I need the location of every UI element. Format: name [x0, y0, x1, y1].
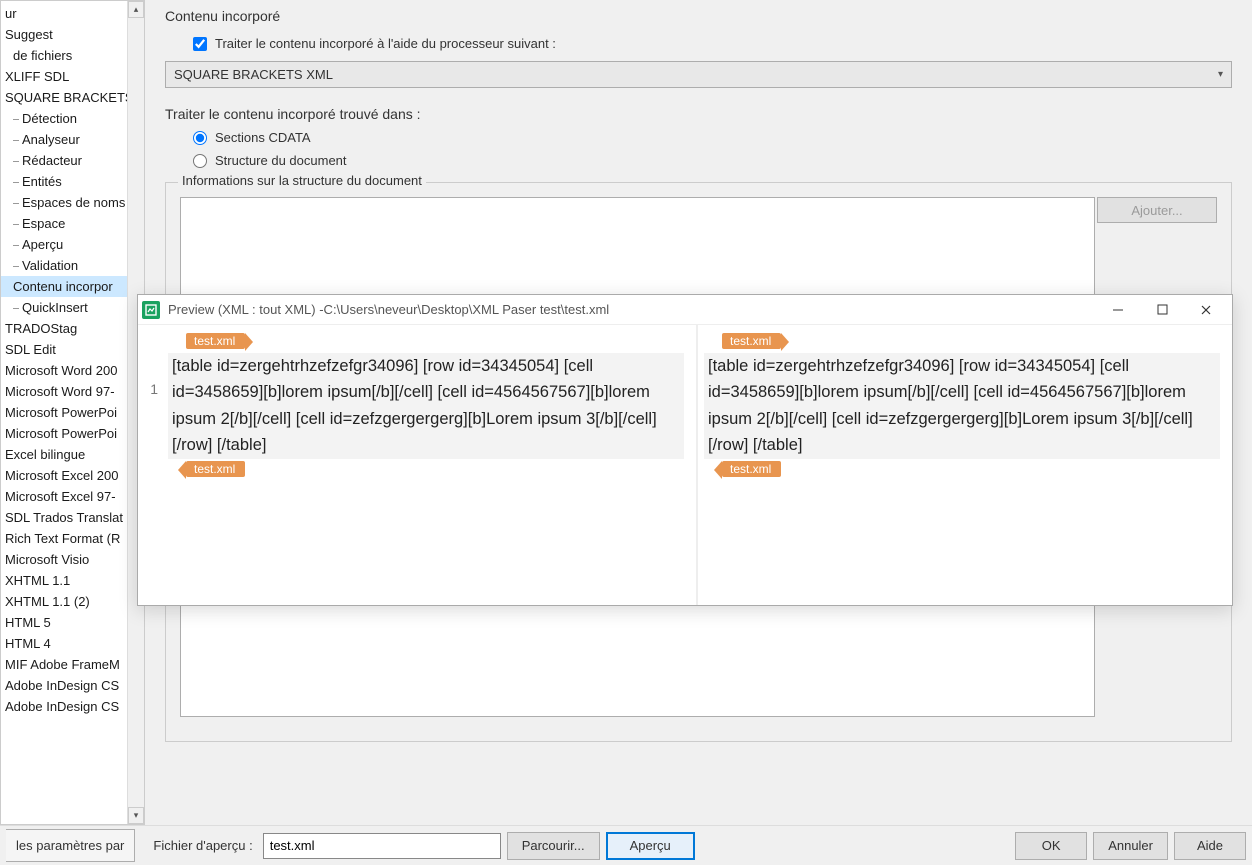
tree-item[interactable]: Suggest	[1, 24, 144, 45]
tag-close-right: test.xml	[722, 461, 781, 477]
preview-pane-left: test.xml [table id=zergehtrhzefzefgr3409…	[162, 325, 698, 605]
preview-pane-right: test.xml [table id=zergehtrhzefzefgr3409…	[698, 325, 1232, 605]
tree-item[interactable]: XHTML 1.1 (2)	[1, 591, 144, 612]
cancel-button[interactable]: Annuler	[1093, 832, 1168, 860]
tree-item[interactable]: Entités	[1, 171, 144, 192]
tree-item[interactable]: Microsoft Excel 97-	[1, 486, 144, 507]
radio-structure-label: Structure du document	[215, 153, 347, 168]
radio-cdata[interactable]	[193, 131, 207, 145]
tree-item[interactable]: Aperçu	[1, 234, 144, 255]
tree-item[interactable]: ur	[1, 3, 144, 24]
tree-item[interactable]: XHTML 1.1	[1, 570, 144, 591]
processor-dropdown-value: SQUARE BRACKETS XML	[174, 67, 333, 82]
preview-file-label: Fichier d'aperçu :	[153, 838, 252, 853]
tree-item[interactable]: Microsoft PowerPoi	[1, 402, 144, 423]
fieldset-legend: Informations sur la structure du documen…	[178, 173, 426, 188]
process-embedded-checkbox[interactable]	[193, 37, 207, 51]
ok-button[interactable]: OK	[1015, 832, 1087, 860]
preview-title: Preview (XML : tout XML) -C:\Users\neveu…	[168, 302, 1096, 317]
tree-item[interactable]: Contenu incorpor	[1, 276, 144, 297]
tree-item[interactable]: Excel bilingue	[1, 444, 144, 465]
tag-open-left: test.xml	[186, 333, 245, 349]
tag-close-left: test.xml	[186, 461, 245, 477]
processor-dropdown[interactable]: SQUARE BRACKETS XML ▾	[165, 61, 1232, 88]
maximize-button[interactable]	[1140, 296, 1184, 324]
tree-item[interactable]: Microsoft Visio	[1, 549, 144, 570]
sidebar-tree: urSuggestde fichiersXLIFF SDLSQUARE BRAC…	[0, 0, 145, 825]
preview-text-left: [table id=zergehtrhzefzefgr34096] [row i…	[168, 353, 684, 459]
scroll-down-icon[interactable]: ▾	[128, 807, 144, 824]
radio-structure[interactable]	[193, 154, 207, 168]
tag-open-right: test.xml	[722, 333, 781, 349]
preview-window: Preview (XML : tout XML) -C:\Users\neveu…	[137, 294, 1233, 606]
scroll-up-icon[interactable]: ▴	[128, 1, 144, 18]
radio-cdata-label: Sections CDATA	[215, 130, 311, 145]
chevron-down-icon: ▾	[1218, 69, 1223, 80]
section-heading: Contenu incorporé	[165, 8, 1232, 24]
tree-item[interactable]: Analyseur	[1, 129, 144, 150]
tree-item[interactable]: Rich Text Format (R	[1, 528, 144, 549]
tree-item[interactable]: de fichiers	[1, 45, 144, 66]
browse-button[interactable]: Parcourir...	[507, 832, 600, 860]
tree-item[interactable]: Espace	[1, 213, 144, 234]
tree-item[interactable]: Adobe InDesign CS	[1, 696, 144, 717]
preview-titlebar[interactable]: Preview (XML : tout XML) -C:\Users\neveu…	[138, 295, 1232, 325]
tree-item[interactable]: Microsoft Word 200	[1, 360, 144, 381]
tree-item[interactable]: MIF Adobe FrameM	[1, 654, 144, 675]
tree-item[interactable]: Détection	[1, 108, 144, 129]
preview-text-right: [table id=zergehtrhzefzefgr34096] [row i…	[704, 353, 1220, 459]
tree-item[interactable]: QuickInsert	[1, 297, 144, 318]
tree-item[interactable]: SDL Trados Translat	[1, 507, 144, 528]
tree-item[interactable]: Validation	[1, 255, 144, 276]
preview-button[interactable]: Aperçu	[606, 832, 695, 860]
add-button[interactable]: Ajouter...	[1097, 197, 1217, 223]
tree-item[interactable]: XLIFF SDL	[1, 66, 144, 87]
tree-item[interactable]: SDL Edit	[1, 339, 144, 360]
tree-item[interactable]: Microsoft Excel 200	[1, 465, 144, 486]
preview-app-icon	[142, 301, 160, 319]
bottom-bar: les paramètres par Fichier d'aperçu : Pa…	[0, 825, 1252, 865]
process-embedded-label: Traiter le contenu incorporé à l'aide du…	[215, 36, 556, 51]
tree-item[interactable]: SQUARE BRACKETS	[1, 87, 144, 108]
tree-item[interactable]: HTML 4	[1, 633, 144, 654]
tree-item[interactable]: Microsoft Word 97-	[1, 381, 144, 402]
tree-item[interactable]: Rédacteur	[1, 150, 144, 171]
tree-item[interactable]: Microsoft PowerPoi	[1, 423, 144, 444]
help-button[interactable]: Aide	[1174, 832, 1246, 860]
minimize-button[interactable]	[1096, 296, 1140, 324]
preview-file-input[interactable]	[263, 833, 501, 859]
tree-item[interactable]: TRADOStag	[1, 318, 144, 339]
tree-item[interactable]: HTML 5	[1, 612, 144, 633]
preview-line-number: 1	[138, 325, 162, 605]
reset-params-button[interactable]: les paramètres par	[6, 829, 135, 862]
tree-item[interactable]: Espaces de noms	[1, 192, 144, 213]
found-in-label: Traiter le contenu incorporé trouvé dans…	[165, 106, 1232, 122]
tree-item[interactable]: Adobe InDesign CS	[1, 675, 144, 696]
close-button[interactable]	[1184, 296, 1228, 324]
